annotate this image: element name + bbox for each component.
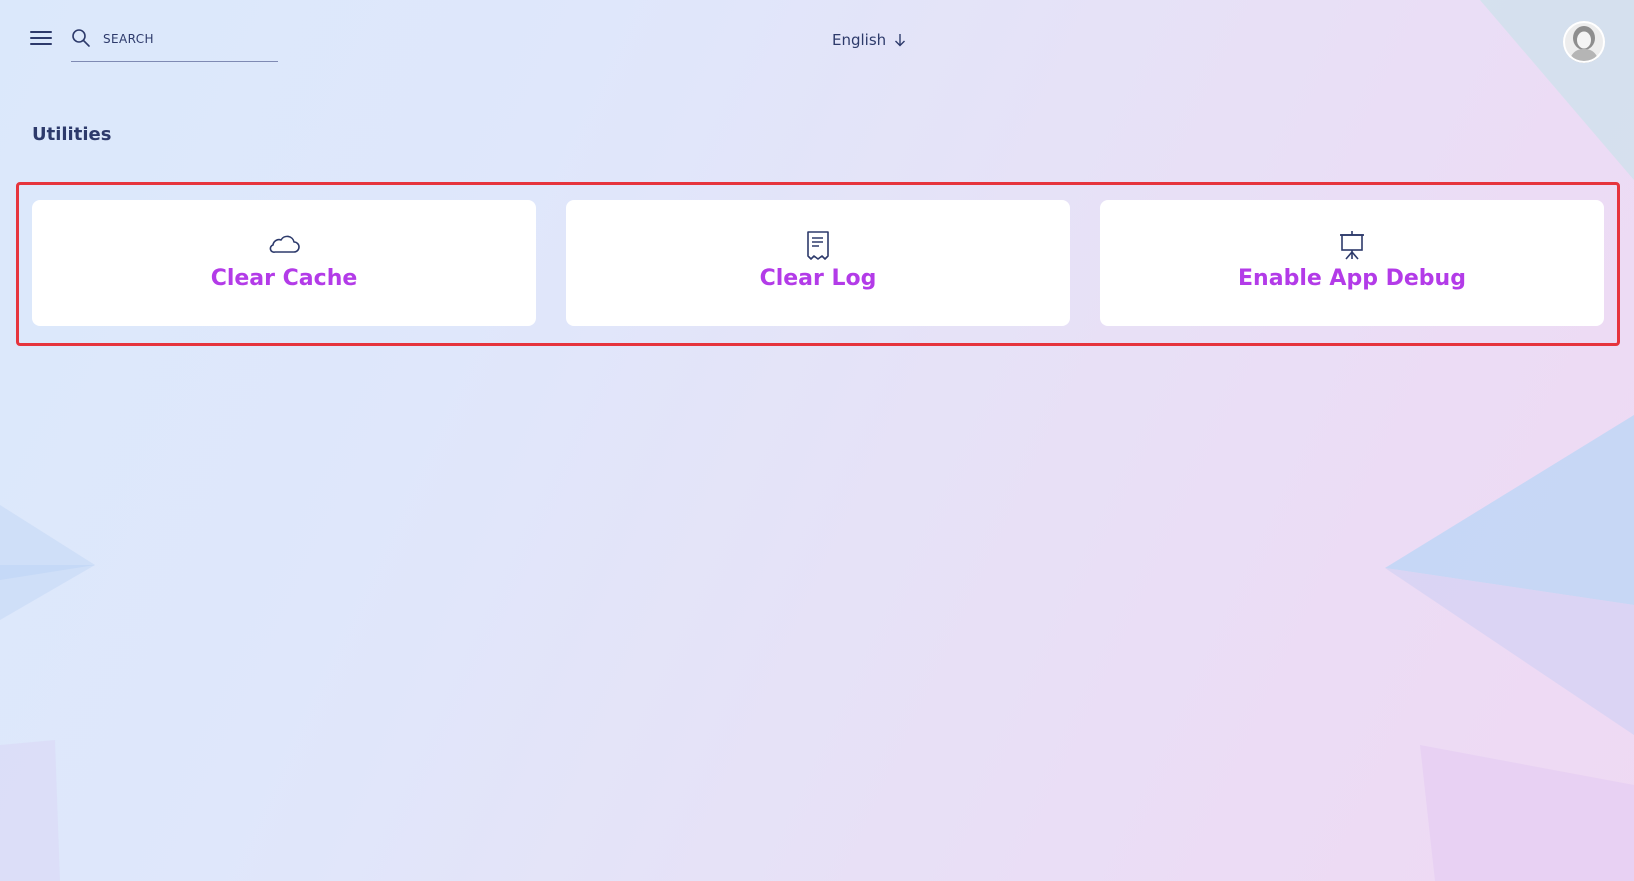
arrow-down-icon [895,34,906,47]
cloud-icon [267,230,301,260]
clear-log-label: Clear Log [759,266,877,291]
search-icon[interactable] [71,28,91,48]
enable-app-debug-card[interactable]: Enable App Debug [1100,200,1604,326]
enable-app-debug-label: Enable App Debug [1238,266,1466,291]
presentation-board-icon [1335,230,1369,260]
language-selector[interactable]: English [832,31,906,49]
avatar-image [1563,21,1605,63]
background-decoration [0,0,1634,881]
clear-log-card[interactable]: Clear Log [566,200,1070,326]
clear-cache-label: Clear Cache [210,266,358,291]
clear-cache-card[interactable]: Clear Cache [32,200,536,326]
search-bar [71,26,278,62]
top-bar: English [0,0,1634,80]
page-title: Utilities [32,124,112,145]
user-avatar[interactable] [1563,21,1605,63]
receipt-icon [801,230,835,260]
hamburger-menu-icon[interactable] [30,28,52,50]
language-label: English [832,31,887,49]
search-input[interactable] [103,28,273,50]
